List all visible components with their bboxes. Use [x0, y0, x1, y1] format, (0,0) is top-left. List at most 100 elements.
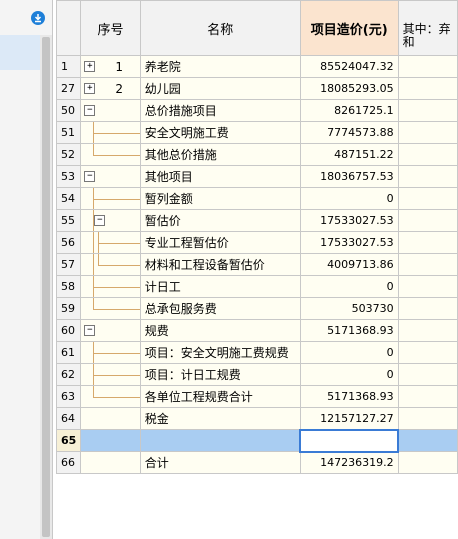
cost-cell[interactable]: 147236319.2 [299, 451, 399, 474]
cost-cell[interactable]: 5171368.93 [299, 385, 399, 408]
seq-cell[interactable] [80, 451, 141, 474]
name-cell[interactable]: 其他总价措施 [139, 143, 301, 166]
selected-tree-node[interactable] [0, 35, 40, 70]
partial-cell[interactable] [397, 429, 458, 452]
table-row[interactable]: 55 − 暂估价 17533027.53 [56, 209, 458, 232]
column-header-seq[interactable]: 序号 [80, 0, 141, 56]
table-row[interactable]: 57 材料和工程设备暂估价 4009713.86 [56, 253, 458, 276]
name-cell[interactable]: 安全文明施工费 [139, 121, 301, 144]
collapse-icon[interactable]: − [84, 325, 96, 336]
table-row[interactable]: 59 总承包服务费 503730 [56, 297, 458, 320]
name-cell[interactable]: 合计 [139, 451, 301, 474]
partial-cell[interactable] [397, 77, 458, 100]
row-number[interactable]: 55 [56, 209, 82, 232]
name-cell[interactable]: 各单位工程规费合计 [139, 385, 301, 408]
name-cell[interactable]: 项目：安全文明施工费规费 [139, 341, 301, 364]
table-row[interactable]: 61 项目：安全文明施工费规费 0 [56, 341, 458, 364]
cost-cell[interactable]: 4009713.86 [299, 253, 399, 276]
seq-cell[interactable] [80, 385, 141, 408]
column-header-partial[interactable]: 其中：弃 和 [397, 0, 458, 56]
vertical-scrollbar[interactable] [40, 35, 52, 539]
row-number[interactable]: 1 [56, 55, 82, 78]
row-number[interactable]: 51 [56, 121, 82, 144]
cost-cell[interactable]: 0 [299, 363, 399, 386]
partial-cell[interactable] [397, 319, 458, 342]
seq-cell[interactable] [80, 407, 141, 430]
seq-cell[interactable] [80, 429, 141, 452]
name-cell[interactable]: 总价措施项目 [139, 99, 301, 122]
partial-cell[interactable] [397, 451, 458, 474]
seq-cell[interactable] [80, 121, 141, 144]
name-cell[interactable]: 暂列金额 [139, 187, 301, 210]
table-row[interactable]: 63 各单位工程规费合计 5171368.93 [56, 385, 458, 408]
partial-cell[interactable] [397, 363, 458, 386]
table-row[interactable]: 66 合计 147236319.2 [56, 451, 458, 474]
table-row[interactable]: 56 专业工程暂估价 17533027.53 [56, 231, 458, 254]
seq-cell[interactable] [80, 231, 141, 254]
cost-cell[interactable]: 18085293.05 [299, 77, 399, 100]
seq-cell[interactable]: − [80, 165, 141, 188]
name-cell[interactable]: 暂估价 [139, 209, 301, 232]
partial-cell[interactable] [397, 209, 458, 232]
partial-cell[interactable] [397, 231, 458, 254]
cost-cell[interactable]: 8261725.1 [299, 99, 399, 122]
table-row[interactable]: 52 其他总价措施 487151.22 [56, 143, 458, 166]
column-header-name[interactable]: 名称 [139, 0, 301, 56]
column-header-cost[interactable]: 项目造价(元) [299, 0, 399, 56]
partial-cell[interactable] [397, 275, 458, 298]
name-cell[interactable]: 专业工程暂估价 [139, 231, 301, 254]
cost-cell[interactable]: 17533027.53 [299, 209, 399, 232]
cost-cell[interactable]: 0 [299, 275, 399, 298]
collapse-icon[interactable]: − [84, 171, 96, 182]
cost-cell[interactable]: 5171368.93 [299, 319, 399, 342]
seq-cell[interactable] [80, 187, 141, 210]
seq-cell[interactable] [80, 363, 141, 386]
row-number[interactable]: 66 [56, 451, 82, 474]
seq-cell[interactable] [80, 253, 141, 276]
collapse-icon[interactable]: − [84, 105, 96, 116]
seq-cell[interactable]: +1 [80, 55, 141, 78]
row-number[interactable]: 63 [56, 385, 82, 408]
cost-cell[interactable]: 18036757.53 [299, 165, 399, 188]
cost-cell[interactable]: 12157127.27 [299, 407, 399, 430]
name-cell[interactable]: 计日工 [139, 275, 301, 298]
row-number[interactable]: 58 [56, 275, 82, 298]
name-cell[interactable]: 总承包服务费 [139, 297, 301, 320]
cost-cell[interactable]: 7774573.88 [299, 121, 399, 144]
partial-cell[interactable] [397, 55, 458, 78]
row-number[interactable]: 56 [56, 231, 82, 254]
table-row[interactable]: 65 [56, 428, 458, 453]
seq-cell[interactable]: +2 [80, 77, 141, 100]
partial-cell[interactable] [397, 297, 458, 320]
scrollbar-thumb[interactable] [42, 37, 50, 537]
cost-cell[interactable]: 85524047.32 [299, 55, 399, 78]
row-number[interactable]: 54 [56, 187, 82, 210]
partial-cell[interactable] [397, 121, 458, 144]
expand-icon[interactable]: + [84, 61, 96, 72]
name-cell[interactable] [139, 429, 301, 452]
row-number[interactable]: 62 [56, 363, 82, 386]
table-row[interactable]: 60− 规费 5171368.93 [56, 319, 458, 342]
seq-cell[interactable] [80, 143, 141, 166]
cost-cell[interactable]: 0 [299, 341, 399, 364]
name-cell[interactable]: 材料和工程设备暂估价 [139, 253, 301, 276]
partial-cell[interactable] [397, 143, 458, 166]
name-cell[interactable]: 规费 [139, 319, 301, 342]
name-cell[interactable]: 项目：计日工规费 [139, 363, 301, 386]
collapse-icon[interactable]: − [94, 215, 106, 226]
partial-cell[interactable] [397, 407, 458, 430]
table-row[interactable]: 51 安全文明施工费 7774573.88 [56, 121, 458, 144]
seq-cell[interactable]: − [80, 319, 141, 342]
table-row[interactable]: 27 +2 幼儿园 18085293.05 [56, 77, 458, 100]
name-cell[interactable]: 税金 [139, 407, 301, 430]
download-icon[interactable] [31, 11, 45, 25]
table-row[interactable]: 62 项目：计日工规费 0 [56, 363, 458, 386]
name-cell[interactable]: 幼儿园 [139, 77, 301, 100]
table-row[interactable]: 58 计日工 0 [56, 275, 458, 298]
row-number[interactable]: 50 [56, 99, 82, 122]
partial-cell[interactable] [397, 99, 458, 122]
seq-cell[interactable] [80, 341, 141, 364]
table-row[interactable]: 54 暂列金额 0 [56, 187, 458, 210]
row-number[interactable]: 52 [56, 143, 82, 166]
seq-cell[interactable] [80, 275, 141, 298]
